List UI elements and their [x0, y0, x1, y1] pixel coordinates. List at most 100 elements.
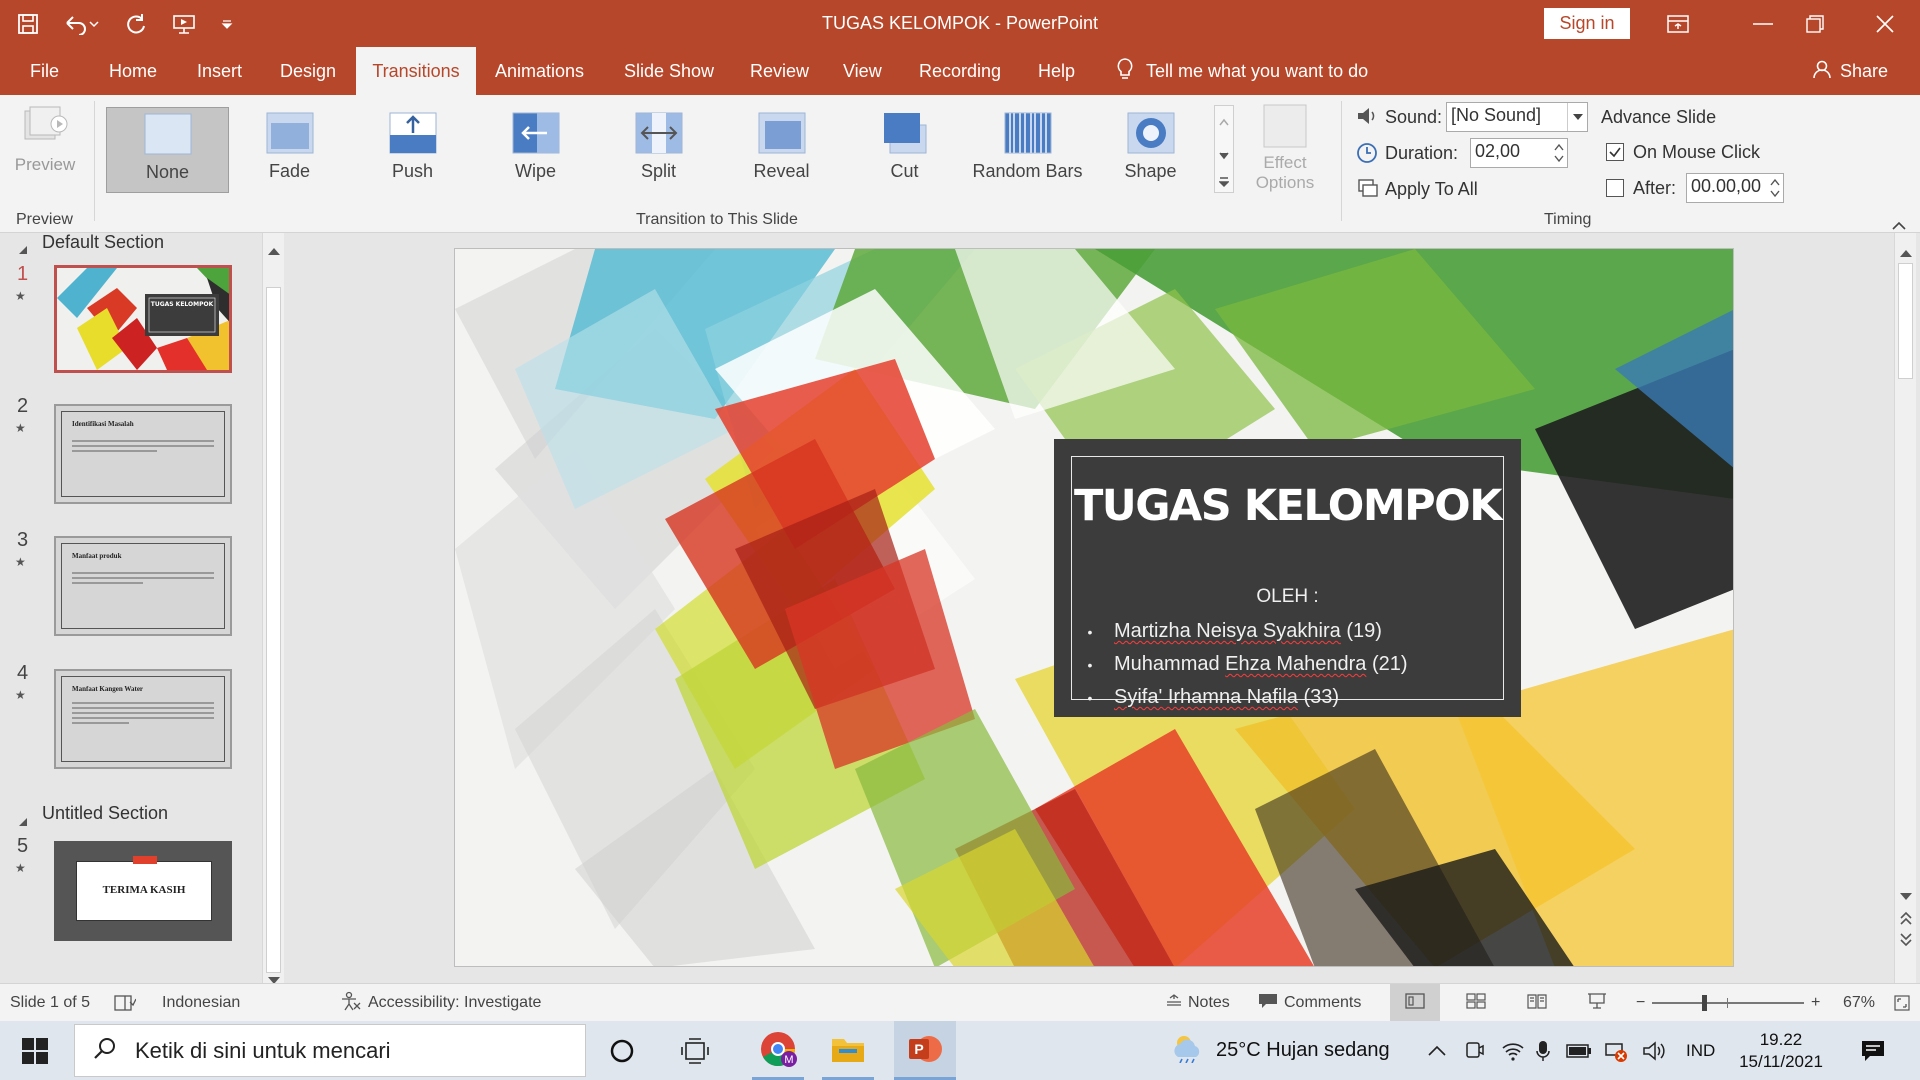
slide-thumbnail-4[interactable]: Manfaat Kangen Water	[54, 669, 232, 769]
tab-insert[interactable]: Insert	[197, 47, 242, 95]
slide-thumbnail-3[interactable]: Manfaat produk	[54, 536, 232, 636]
tab-recording[interactable]: Recording	[919, 47, 1001, 95]
slide-info[interactable]: Slide 1 of 5	[10, 984, 90, 1022]
meet-now-icon[interactable]	[1464, 1021, 1484, 1080]
reading-view-button[interactable]	[1527, 984, 1547, 1022]
duration-spinner[interactable]: 02,00	[1470, 138, 1568, 168]
tab-home[interactable]: Home	[109, 47, 157, 95]
zoom-in-button[interactable]: +	[1811, 984, 1820, 1022]
transition-random-bars[interactable]: Random Bars	[966, 107, 1089, 193]
slide-thumbnail-5[interactable]: TERIMA KASIH	[54, 841, 232, 941]
zoom-out-button[interactable]: −	[1636, 984, 1645, 1022]
scroll-thumb[interactable]	[1898, 263, 1913, 379]
previous-slide-icon[interactable]	[1900, 909, 1912, 930]
normal-view-button[interactable]	[1390, 984, 1440, 1022]
notifications-icon[interactable]	[1860, 1021, 1886, 1080]
save-icon[interactable]	[14, 10, 42, 38]
slide-show-button[interactable]	[1587, 984, 1607, 1022]
ribbon-display-options-icon[interactable]	[1648, 0, 1708, 47]
network-error-icon[interactable]	[1604, 1021, 1628, 1080]
subtitle-oleh[interactable]: OLEH :	[1054, 586, 1521, 608]
zoom-level[interactable]: 67%	[1843, 984, 1875, 1022]
gallery-more-icon[interactable]	[1218, 172, 1230, 193]
scroll-down-icon[interactable]	[1900, 885, 1912, 906]
on-mouse-click-checkbox[interactable]	[1606, 143, 1624, 161]
section-default[interactable]: Default Section	[42, 232, 164, 253]
tab-transitions[interactable]: Transitions	[356, 47, 476, 95]
redo-icon[interactable]	[122, 10, 150, 38]
tell-me-search[interactable]: Tell me what you want to do	[1116, 47, 1368, 95]
transition-reveal[interactable]: Reveal	[720, 107, 843, 193]
slide-sorter-button[interactable]	[1466, 984, 1486, 1022]
taskbar-search[interactable]: Ketik di sini untuk mencari	[74, 1024, 586, 1077]
tab-view[interactable]: View	[843, 47, 882, 95]
minimize-icon[interactable]	[1733, 0, 1793, 47]
section-collapse-icon[interactable]	[18, 811, 28, 832]
transition-push[interactable]: Push	[351, 107, 474, 193]
volume-icon[interactable]	[1642, 1021, 1666, 1080]
windows-start-icon[interactable]	[22, 1021, 48, 1080]
slide-thumbnail-1[interactable]: TUGAS KELOMPOK	[54, 265, 232, 373]
after-checkbox[interactable]	[1606, 179, 1624, 197]
accessibility-status[interactable]: Accessibility: Investigate	[340, 984, 541, 1022]
clock[interactable]: 19.22 15/11/2021	[1736, 1021, 1826, 1080]
customize-toolbar-icon[interactable]	[218, 10, 236, 38]
zoom-thumb[interactable]	[1702, 995, 1707, 1011]
scroll-up-icon[interactable]	[268, 239, 280, 260]
fit-to-window-icon[interactable]	[1894, 984, 1910, 1022]
preview-button[interactable]: Preview	[10, 105, 80, 195]
input-language[interactable]: IND	[1686, 1021, 1715, 1080]
scroll-thumb[interactable]	[266, 287, 281, 973]
show-hidden-icons-icon[interactable]	[1428, 1021, 1446, 1080]
title-box[interactable]: TUGAS KELOMPOK OLEH : • Martizha Neisya …	[1054, 439, 1521, 717]
scroll-up-icon[interactable]	[1900, 241, 1912, 262]
section-collapse-icon[interactable]	[18, 239, 28, 260]
apply-to-all-button[interactable]: Apply To All	[1385, 179, 1478, 200]
effect-options-button[interactable]: Effect Options	[1240, 103, 1330, 203]
slide-thumbnail-2[interactable]: Identifikasi Masalah	[54, 404, 232, 504]
tab-file[interactable]: File	[30, 47, 59, 95]
notes-button[interactable]: Notes	[1166, 984, 1230, 1022]
file-explorer-taskbar-icon[interactable]	[822, 1021, 874, 1080]
microphone-icon[interactable]	[1536, 1021, 1550, 1080]
powerpoint-taskbar-icon[interactable]: P	[894, 1021, 956, 1080]
transition-none[interactable]: None	[106, 107, 229, 193]
tab-review[interactable]: Review	[750, 47, 809, 95]
zoom-slider[interactable]	[1652, 984, 1804, 1022]
slide-canvas[interactable]: TUGAS KELOMPOK OLEH : • Martizha Neisya …	[454, 248, 1734, 967]
tab-animations[interactable]: Animations	[495, 47, 584, 95]
chrome-taskbar-icon[interactable]: M	[752, 1021, 804, 1080]
transition-wipe[interactable]: Wipe	[474, 107, 597, 193]
tab-help[interactable]: Help	[1038, 47, 1075, 95]
transition-split[interactable]: Split	[597, 107, 720, 193]
weather-widget[interactable]: 25°C Hujan sedang	[1170, 1021, 1390, 1080]
close-icon[interactable]	[1855, 0, 1915, 47]
sign-in-button[interactable]: Sign in	[1544, 8, 1630, 39]
transition-shape[interactable]: Shape	[1089, 107, 1212, 193]
transition-cut[interactable]: Cut	[843, 107, 966, 193]
language-status[interactable]: Indonesian	[162, 984, 240, 1022]
slide-title[interactable]: TUGAS KELOMPOK	[1054, 481, 1521, 531]
sound-dropdown[interactable]: [No Sound]	[1446, 102, 1588, 132]
next-slide-icon[interactable]	[1900, 931, 1912, 952]
main-scrollbar[interactable]	[1894, 233, 1916, 983]
restore-icon[interactable]	[1785, 0, 1845, 47]
undo-icon[interactable]	[62, 10, 102, 38]
transition-fade[interactable]: Fade	[228, 107, 351, 193]
battery-icon[interactable]	[1566, 1021, 1592, 1080]
after-spinner[interactable]: 00.00,00	[1686, 173, 1784, 203]
start-from-beginning-icon[interactable]	[170, 10, 198, 38]
task-view-icon[interactable]	[681, 1021, 709, 1080]
members-list[interactable]: • Martizha Neisya Syakhira (19) • Muhamm…	[1080, 615, 1408, 714]
spelling-icon[interactable]	[114, 984, 136, 1022]
gallery-up-icon[interactable]	[1219, 110, 1229, 131]
tab-design[interactable]: Design	[280, 47, 336, 95]
wifi-icon[interactable]	[1502, 1021, 1524, 1080]
share-button[interactable]: Share	[1812, 47, 1888, 95]
comments-button[interactable]: Comments	[1258, 984, 1361, 1022]
thumbnails-scrollbar[interactable]	[262, 233, 284, 984]
section-untitled[interactable]: Untitled Section	[42, 803, 168, 824]
gallery-down-icon[interactable]	[1219, 144, 1229, 165]
cortana-icon[interactable]	[609, 1021, 635, 1080]
tab-slide-show[interactable]: Slide Show	[624, 47, 714, 95]
